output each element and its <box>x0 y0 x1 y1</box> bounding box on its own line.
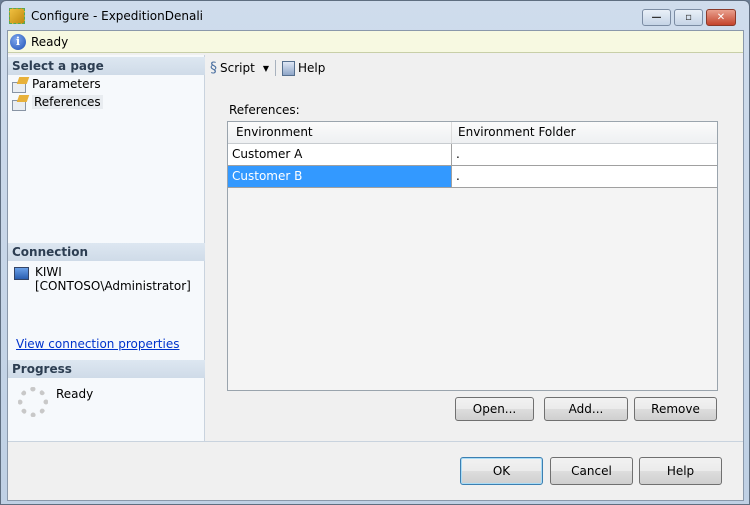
left-panel: Select a page Parameters References Conn… <box>8 55 205 442</box>
cell-folder: . <box>456 169 460 183</box>
minimize-button[interactable]: — <box>642 9 671 26</box>
server-name: KIWI <box>35 265 62 279</box>
right-panel: § Script ▼ Help References: Environment … <box>207 55 744 442</box>
maximize-button[interactable]: ▫ <box>674 9 703 26</box>
help-icon <box>281 60 295 76</box>
progress-status: Ready <box>56 387 94 401</box>
cell-folder: . <box>456 147 460 161</box>
connection-info: KIWI [CONTOSO\Administrator] <box>14 265 191 293</box>
table-row[interactable]: Customer A . <box>228 144 717 166</box>
grid-header: Environment Environment Folder <box>228 122 717 144</box>
select-page-header: Select a page <box>8 57 205 75</box>
page-icon <box>12 77 28 93</box>
view-connection-properties-link[interactable]: View connection properties <box>16 337 179 351</box>
cancel-button[interactable]: Cancel <box>550 457 633 485</box>
help-button[interactable]: Help <box>639 457 722 485</box>
cell-environment: Customer A <box>228 144 452 165</box>
toolbar: § Script ▼ Help <box>207 57 325 79</box>
page-item-references[interactable]: References <box>12 93 103 111</box>
help-toolbar-button[interactable]: Help <box>281 60 326 76</box>
add-button[interactable]: Add... <box>544 397 628 421</box>
table-row-selected[interactable]: Customer B . <box>228 166 717 188</box>
user-name: [CONTOSO\Administrator] <box>35 279 191 293</box>
remove-button[interactable]: Remove <box>634 397 717 421</box>
script-dropdown-arrow-icon[interactable]: ▼ <box>263 64 269 73</box>
server-icon <box>14 267 29 280</box>
toolbar-separator <box>274 60 276 76</box>
info-icon: i <box>10 33 26 50</box>
status-text: Ready <box>31 34 69 49</box>
title-bar: Configure - ExpeditionDenali <box>9 6 203 26</box>
script-icon: § <box>210 60 217 76</box>
progress-spinner-icon <box>18 387 48 417</box>
references-grid[interactable]: Environment Environment Folder Customer … <box>227 121 718 391</box>
page-item-parameters[interactable]: Parameters <box>12 75 101 93</box>
column-header-folder[interactable]: Environment Folder <box>452 122 717 143</box>
divider <box>8 441 743 442</box>
dialog-window: Configure - ExpeditionDenali — ▫ ✕ i Rea… <box>0 0 750 505</box>
script-label: Script <box>220 61 255 75</box>
page-icon <box>12 95 28 111</box>
column-header-environment[interactable]: Environment <box>228 122 452 143</box>
configure-icon <box>9 8 25 24</box>
close-button[interactable]: ✕ <box>706 9 736 26</box>
window-title: Configure - ExpeditionDenali <box>31 9 203 23</box>
connection-header: Connection <box>8 243 205 261</box>
cell-environment: Customer B <box>228 166 452 187</box>
script-button[interactable]: § Script <box>210 60 255 76</box>
status-bar: i Ready <box>8 31 743 53</box>
progress-header: Progress <box>8 360 205 378</box>
page-label: Parameters <box>32 76 101 91</box>
dialog-client: i Ready Select a page Parameters Referen… <box>7 30 744 501</box>
references-label: References: <box>229 103 300 117</box>
help-label: Help <box>297 61 326 75</box>
ok-button[interactable]: OK <box>460 457 543 485</box>
open-button[interactable]: Open... <box>455 397 534 421</box>
page-label: References <box>32 94 103 109</box>
